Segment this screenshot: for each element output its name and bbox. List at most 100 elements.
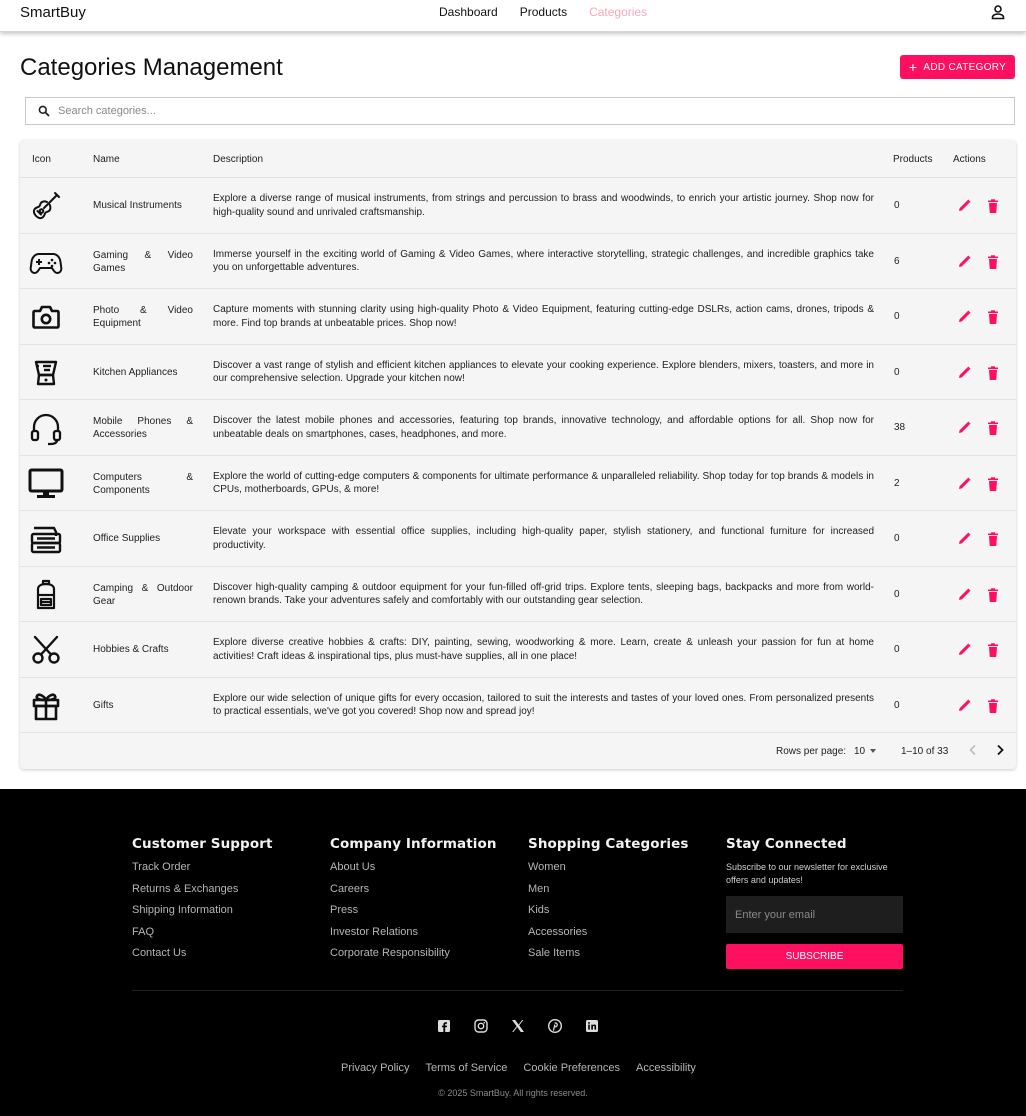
office-tray-icon <box>28 521 64 557</box>
pencil-icon[interactable] <box>958 532 971 545</box>
footer-link[interactable]: Shipping Information <box>132 904 273 926</box>
nav-products[interactable]: Products <box>520 5 567 19</box>
rows-per-page-label: Rows per page: <box>776 746 847 757</box>
footer-col-support: Customer Support Track Order Returns & E… <box>132 836 273 969</box>
category-name: Computers & Components <box>93 471 193 496</box>
trash-icon[interactable] <box>987 532 999 546</box>
category-description: Discover the latest mobile phones and ac… <box>213 415 874 440</box>
subscribe-button[interactable]: SUBSCRIBE <box>726 944 903 969</box>
category-name: Photo & Video Equipment <box>93 305 193 329</box>
facebook-icon[interactable] <box>436 1018 452 1034</box>
trash-icon[interactable] <box>987 365 999 380</box>
product-count: 0 <box>894 366 900 378</box>
footer-link[interactable]: Returns & Exchanges <box>132 883 273 905</box>
footer-divider <box>132 990 903 991</box>
pencil-icon[interactable] <box>958 255 971 268</box>
accessibility-link[interactable]: Accessibility <box>636 1062 696 1074</box>
pencil-icon[interactable] <box>958 699 971 712</box>
footer-heading: Customer Support <box>132 836 273 852</box>
category-name: Hobbies & Crafts <box>93 644 169 655</box>
email-field[interactable] <box>726 896 903 933</box>
trash-icon[interactable] <box>987 476 999 491</box>
add-category-label: ADD CATEGORY <box>923 61 1007 73</box>
footer-link[interactable]: Careers <box>330 883 497 905</box>
chevron-right-icon[interactable] <box>995 744 1005 756</box>
chevron-left-icon[interactable] <box>968 744 978 756</box>
pencil-icon[interactable] <box>958 310 971 323</box>
footer-link[interactable]: Press <box>330 904 497 926</box>
footer-link[interactable]: Accessories <box>528 926 688 948</box>
blender-icon <box>28 355 64 391</box>
product-count: 0 <box>894 699 900 711</box>
add-category-button[interactable]: + ADD CATEGORY <box>900 55 1015 79</box>
trash-icon[interactable] <box>987 199 999 213</box>
scissors-icon <box>28 632 64 668</box>
category-name: Gaming & Video Games <box>93 249 193 274</box>
brand-logo[interactable]: SmartBuy <box>20 4 86 21</box>
legal-links: Privacy Policy Terms of Service Cookie P… <box>341 1062 696 1074</box>
search-input[interactable] <box>58 105 958 117</box>
camera-icon <box>28 299 64 335</box>
user-icon[interactable] <box>990 4 1006 20</box>
nav-dashboard[interactable]: Dashboard <box>439 5 498 19</box>
trash-icon[interactable] <box>987 643 999 657</box>
table-row: Computers & Components Explore the world … <box>20 456 1016 511</box>
pencil-icon[interactable] <box>958 588 971 601</box>
pencil-icon[interactable] <box>958 477 971 490</box>
social-links <box>436 1018 600 1034</box>
cookie-preferences-link[interactable]: Cookie Preferences <box>523 1062 620 1074</box>
instagram-icon[interactable] <box>473 1018 489 1034</box>
x-icon[interactable] <box>510 1018 526 1034</box>
pencil-icon[interactable] <box>958 199 971 212</box>
chevron-down-icon[interactable] <box>870 749 876 753</box>
product-count: 0 <box>894 200 900 211</box>
footer-link[interactable]: Kids <box>528 904 688 926</box>
footer-link[interactable]: Women <box>528 861 688 883</box>
terms-link[interactable]: Terms of Service <box>425 1062 507 1074</box>
header-icon: Icon <box>32 154 51 165</box>
footer-link[interactable]: Men <box>528 883 688 905</box>
linkedin-icon[interactable] <box>584 1018 600 1034</box>
footer-link[interactable]: Sale Items <box>528 947 688 969</box>
product-count: 0 <box>894 644 900 655</box>
footer-col-newsletter: Stay Connected Subscribe to our newslett… <box>726 836 904 887</box>
nav-categories[interactable]: Categories <box>589 5 647 19</box>
trash-icon[interactable] <box>987 254 999 269</box>
footer-heading: Stay Connected <box>726 836 847 852</box>
footer-link[interactable]: Corporate Responsibility <box>330 947 497 969</box>
pinterest-icon[interactable] <box>547 1018 563 1034</box>
footer-link[interactable]: FAQ <box>132 926 273 948</box>
guitar-icon <box>28 188 64 224</box>
trash-icon[interactable] <box>987 587 999 602</box>
plus-icon: + <box>908 59 918 75</box>
pencil-icon[interactable] <box>958 421 971 434</box>
rows-per-page-select[interactable]: 10 <box>854 746 865 757</box>
footer-link[interactable]: Track Order <box>132 861 273 883</box>
top-navbar: SmartBuy Dashboard Products Categories <box>0 0 1026 32</box>
category-name: Kitchen Appliances <box>93 366 178 378</box>
monitor-icon <box>28 466 64 502</box>
pencil-icon[interactable] <box>958 643 971 656</box>
search-box <box>25 97 1015 125</box>
nav-links: Dashboard Products Categories <box>439 5 647 19</box>
footer-col-shopping: Shopping Categories Women Men Kids Acces… <box>528 836 688 969</box>
footer-link[interactable]: Investor Relations <box>330 926 497 948</box>
trash-icon[interactable] <box>987 698 999 713</box>
product-count: 0 <box>894 533 900 544</box>
headset-icon <box>28 410 64 446</box>
newsletter-text: Subscribe to our newsletter for exclusiv… <box>726 862 888 885</box>
trash-icon[interactable] <box>987 310 999 324</box>
pagination: Rows per page: 10 1–10 of 33 <box>20 732 1016 769</box>
footer-link[interactable]: Contact Us <box>132 947 273 969</box>
trash-icon[interactable] <box>987 421 999 435</box>
category-name: Office Supplies <box>93 533 161 544</box>
category-description: Discover high-quality camping & outdoor … <box>213 581 874 607</box>
pencil-icon[interactable] <box>958 366 971 379</box>
category-description: Explore our wide selection of unique gif… <box>213 692 874 718</box>
privacy-policy-link[interactable]: Privacy Policy <box>341 1062 409 1074</box>
footer-heading: Shopping Categories <box>528 836 689 852</box>
table-row: Musical Instruments Explore a diverse ran… <box>20 178 1016 234</box>
header-actions: Actions <box>953 154 986 165</box>
product-count: 6 <box>894 255 900 267</box>
footer-link[interactable]: About Us <box>330 861 497 883</box>
